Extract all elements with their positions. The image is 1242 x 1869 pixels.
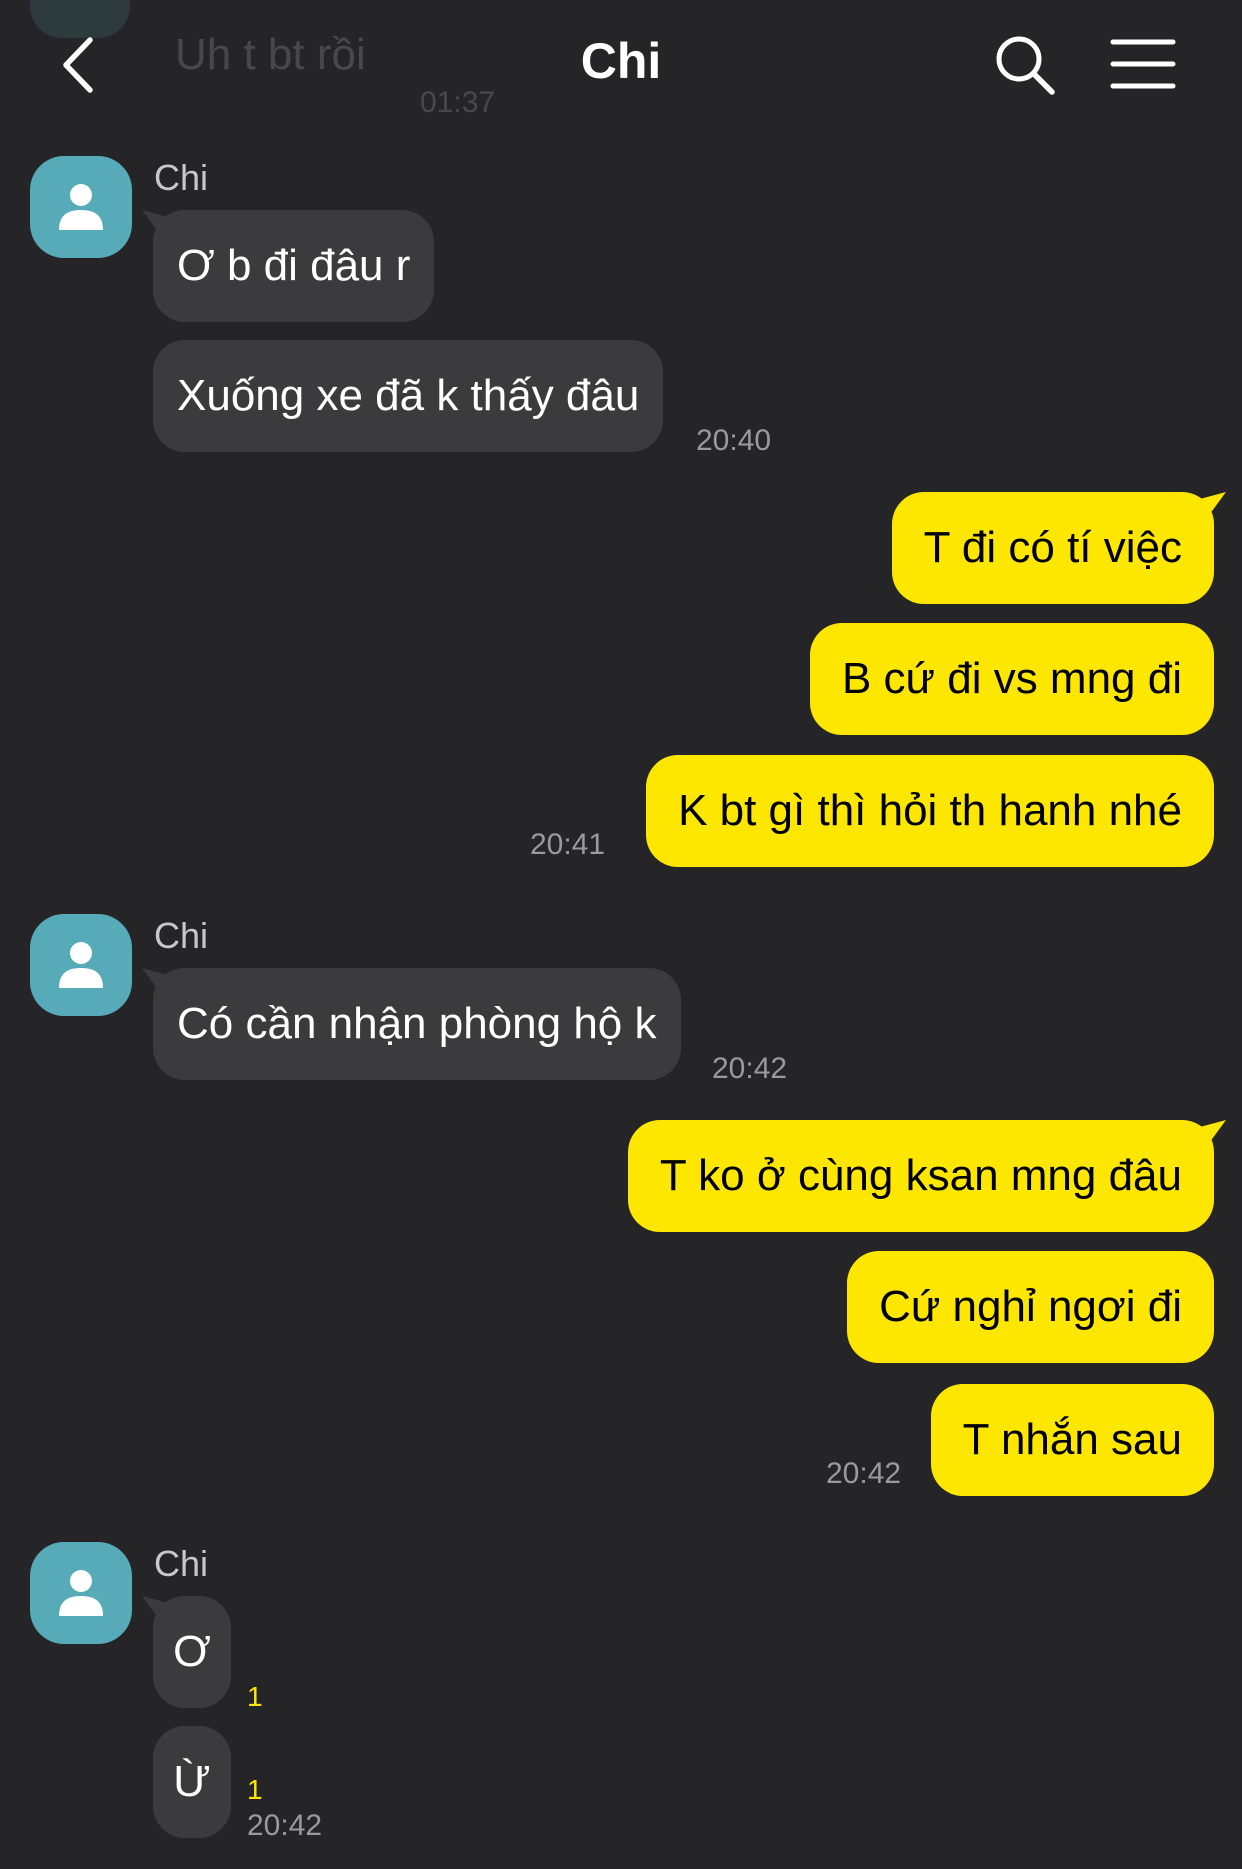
faded-message-text: Uh t bt rồi bbox=[175, 30, 366, 79]
outgoing-message[interactable]: T đi có tí việc bbox=[891, 492, 1214, 604]
sender-name: Chi bbox=[154, 157, 209, 198]
contact-avatar[interactable] bbox=[30, 1542, 132, 1644]
incoming-message[interactable]: Ừ bbox=[153, 1726, 231, 1838]
faded-message-time: 01:37 bbox=[420, 86, 496, 119]
contact-avatar[interactable] bbox=[30, 156, 132, 258]
unread-count: 1 bbox=[247, 1774, 263, 1805]
outgoing-message[interactable]: T nhắn sau bbox=[930, 1384, 1214, 1496]
message-time: 20:41 bbox=[530, 828, 606, 861]
chat-header: Uh t bt rồi 01:37 Chi bbox=[0, 0, 1242, 130]
search-button[interactable] bbox=[990, 30, 1060, 100]
outgoing-message[interactable]: Cứ nghỉ ngơi đi bbox=[847, 1251, 1214, 1363]
search-icon bbox=[996, 36, 1055, 95]
person-icon bbox=[59, 942, 103, 988]
message-time: 20:42 bbox=[712, 1052, 788, 1085]
sender-name: Chi bbox=[154, 915, 209, 956]
outgoing-message[interactable]: B cứ đi vs mng đi bbox=[809, 623, 1214, 735]
person-icon bbox=[59, 1570, 103, 1616]
contact-avatar[interactable] bbox=[30, 914, 132, 1016]
menu-button[interactable] bbox=[1110, 36, 1176, 92]
unread-count: 1 bbox=[247, 1681, 263, 1712]
incoming-message[interactable]: Ơ bbox=[153, 1596, 231, 1708]
incoming-message[interactable]: Ơ b đi đâu r bbox=[153, 210, 435, 322]
hamburger-menu-icon bbox=[1110, 39, 1176, 89]
message-time: 20:42 bbox=[247, 1809, 323, 1842]
chevron-left-icon bbox=[63, 37, 93, 93]
person-icon bbox=[59, 184, 103, 230]
incoming-message[interactable]: Có cần nhận phòng hộ k bbox=[153, 968, 681, 1080]
sender-name: Chi bbox=[154, 1543, 209, 1584]
message-time: 20:42 bbox=[826, 1457, 902, 1490]
incoming-message[interactable]: Xuống xe đã k thấy đâu bbox=[153, 340, 664, 452]
back-button[interactable] bbox=[50, 30, 110, 100]
message-time: 20:40 bbox=[696, 424, 772, 457]
outgoing-message[interactable]: K bt gì thì hỏi th hanh nhé bbox=[646, 755, 1214, 867]
outgoing-message[interactable]: T ko ở cùng ksan mng đâu bbox=[627, 1120, 1214, 1232]
chat-screen: Uh t bt rồi 01:37 Chi Chi Ơ b đi đâu r X… bbox=[0, 0, 1242, 1869]
